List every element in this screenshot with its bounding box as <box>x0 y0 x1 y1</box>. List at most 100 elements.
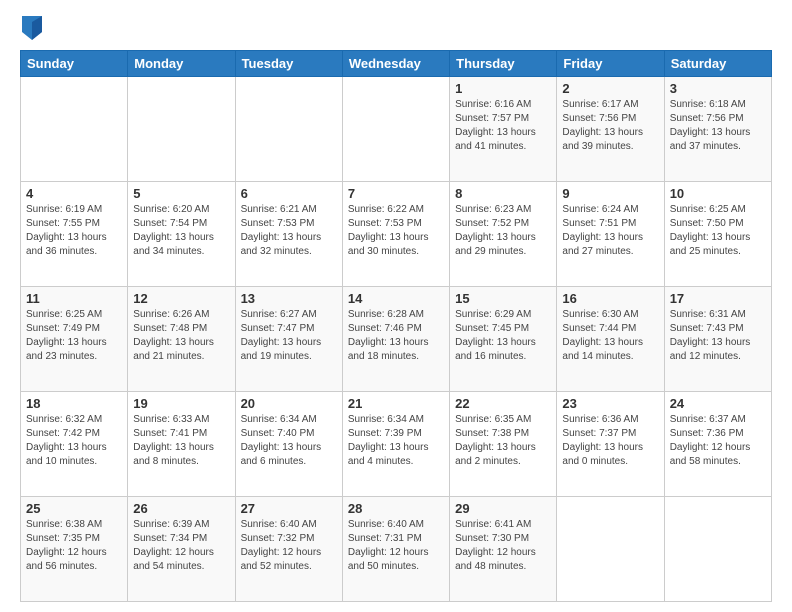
day-info: Sunrise: 6:18 AM Sunset: 7:56 PM Dayligh… <box>670 98 766 154</box>
calendar-cell: 3 Sunrise: 6:18 AM Sunset: 7:56 PM Daylig… <box>664 77 771 182</box>
day-info: Sunrise: 6:22 AM Sunset: 7:53 PM Dayligh… <box>348 203 444 259</box>
day-info: Sunrise: 6:36 AM Sunset: 7:37 PM Dayligh… <box>562 413 658 469</box>
day-number: 15 <box>455 291 551 306</box>
calendar-cell: 13Sunrise: 6:27 AM Sunset: 7:47 PM Dayli… <box>235 287 342 392</box>
day-number: 21 <box>348 396 444 411</box>
day-number: 18 <box>26 396 122 411</box>
header <box>20 16 772 40</box>
day-number: 17 <box>670 291 766 306</box>
calendar-cell <box>664 497 771 602</box>
calendar-cell <box>235 77 342 182</box>
day-number: 13 <box>241 291 337 306</box>
day-info: Sunrise: 6:33 AM Sunset: 7:41 PM Dayligh… <box>133 413 229 469</box>
day-number: 6 <box>241 186 337 201</box>
day-number: 26 <box>133 501 229 516</box>
calendar-cell: 10 Sunrise: 6:25 AM Sunset: 7:50 PM Dayli… <box>664 182 771 287</box>
day-number: 12 <box>133 291 229 306</box>
calendar-cell: 17 Sunrise: 6:31 AM Sunset: 7:43 PM Dayli… <box>664 287 771 392</box>
day-number: 24 <box>670 396 766 411</box>
logo-icon <box>22 16 42 40</box>
day-number: 20 <box>241 396 337 411</box>
calendar-cell: 4 Sunrise: 6:19 AM Sunset: 7:55 PM Daylig… <box>21 182 128 287</box>
calendar-cell: 24Sunrise: 6:37 AM Sunset: 7:36 PM Dayli… <box>664 392 771 497</box>
calendar-cell: 22Sunrise: 6:35 AM Sunset: 7:38 PM Dayli… <box>450 392 557 497</box>
calendar-cell: 26 Sunrise: 6:39 AM Sunset: 7:34 PM Dayli… <box>128 497 235 602</box>
day-number: 3 <box>670 81 766 96</box>
calendar-cell: 29 Sunrise: 6:41 AM Sunset: 7:30 PM Dayli… <box>450 497 557 602</box>
column-header-saturday: Saturday <box>664 51 771 77</box>
page: SundayMondayTuesdayWednesdayThursdayFrid… <box>0 0 792 612</box>
day-info: Sunrise: 6:19 AM Sunset: 7:55 PM Dayligh… <box>26 203 122 259</box>
week-row-3: 11 Sunrise: 6:25 AM Sunset: 7:49 PM Dayli… <box>21 287 772 392</box>
day-number: 29 <box>455 501 551 516</box>
day-number: 5 <box>133 186 229 201</box>
day-info: Sunrise: 6:38 AM Sunset: 7:35 PM Dayligh… <box>26 518 122 574</box>
calendar-cell: 20 Sunrise: 6:34 AM Sunset: 7:40 PM Dayli… <box>235 392 342 497</box>
day-info: Sunrise: 6:39 AM Sunset: 7:34 PM Dayligh… <box>133 518 229 574</box>
header-row: SundayMondayTuesdayWednesdayThursdayFrid… <box>21 51 772 77</box>
day-number: 16 <box>562 291 658 306</box>
column-header-tuesday: Tuesday <box>235 51 342 77</box>
calendar-cell <box>557 497 664 602</box>
day-info: Sunrise: 6:25 AM Sunset: 7:50 PM Dayligh… <box>670 203 766 259</box>
week-row-2: 4 Sunrise: 6:19 AM Sunset: 7:55 PM Daylig… <box>21 182 772 287</box>
day-info: Sunrise: 6:32 AM Sunset: 7:42 PM Dayligh… <box>26 413 122 469</box>
day-info: Sunrise: 6:26 AM Sunset: 7:48 PM Dayligh… <box>133 308 229 364</box>
day-info: Sunrise: 6:16 AM Sunset: 7:57 PM Dayligh… <box>455 98 551 154</box>
calendar-table: SundayMondayTuesdayWednesdayThursdayFrid… <box>20 50 772 602</box>
calendar-header: SundayMondayTuesdayWednesdayThursdayFrid… <box>21 51 772 77</box>
column-header-thursday: Thursday <box>450 51 557 77</box>
day-info: Sunrise: 6:24 AM Sunset: 7:51 PM Dayligh… <box>562 203 658 259</box>
day-number: 23 <box>562 396 658 411</box>
column-header-wednesday: Wednesday <box>342 51 449 77</box>
day-number: 25 <box>26 501 122 516</box>
day-number: 19 <box>133 396 229 411</box>
day-number: 8 <box>455 186 551 201</box>
logo <box>20 16 44 40</box>
calendar-cell: 15 Sunrise: 6:29 AM Sunset: 7:45 PM Dayli… <box>450 287 557 392</box>
day-number: 7 <box>348 186 444 201</box>
day-info: Sunrise: 6:41 AM Sunset: 7:30 PM Dayligh… <box>455 518 551 574</box>
day-number: 9 <box>562 186 658 201</box>
calendar-cell: 9 Sunrise: 6:24 AM Sunset: 7:51 PM Daylig… <box>557 182 664 287</box>
calendar-cell: 1 Sunrise: 6:16 AM Sunset: 7:57 PM Daylig… <box>450 77 557 182</box>
day-number: 14 <box>348 291 444 306</box>
week-row-1: 1 Sunrise: 6:16 AM Sunset: 7:57 PM Daylig… <box>21 77 772 182</box>
calendar-cell: 8 Sunrise: 6:23 AM Sunset: 7:52 PM Daylig… <box>450 182 557 287</box>
column-header-friday: Friday <box>557 51 664 77</box>
day-number: 27 <box>241 501 337 516</box>
week-row-5: 25 Sunrise: 6:38 AM Sunset: 7:35 PM Dayli… <box>21 497 772 602</box>
column-header-monday: Monday <box>128 51 235 77</box>
day-info: Sunrise: 6:35 AM Sunset: 7:38 PM Dayligh… <box>455 413 551 469</box>
calendar-cell <box>342 77 449 182</box>
day-info: Sunrise: 6:40 AM Sunset: 7:32 PM Dayligh… <box>241 518 337 574</box>
calendar-cell <box>128 77 235 182</box>
day-number: 1 <box>455 81 551 96</box>
day-number: 4 <box>26 186 122 201</box>
day-number: 11 <box>26 291 122 306</box>
calendar-cell <box>21 77 128 182</box>
calendar-cell: 6 Sunrise: 6:21 AM Sunset: 7:53 PM Daylig… <box>235 182 342 287</box>
calendar-cell: 5 Sunrise: 6:20 AM Sunset: 7:54 PM Daylig… <box>128 182 235 287</box>
day-info: Sunrise: 6:31 AM Sunset: 7:43 PM Dayligh… <box>670 308 766 364</box>
calendar-cell: 19 Sunrise: 6:33 AM Sunset: 7:41 PM Dayli… <box>128 392 235 497</box>
calendar-body: 1 Sunrise: 6:16 AM Sunset: 7:57 PM Daylig… <box>21 77 772 602</box>
day-info: Sunrise: 6:23 AM Sunset: 7:52 PM Dayligh… <box>455 203 551 259</box>
column-header-sunday: Sunday <box>21 51 128 77</box>
calendar-cell: 27 Sunrise: 6:40 AM Sunset: 7:32 PM Dayli… <box>235 497 342 602</box>
calendar-cell: 25 Sunrise: 6:38 AM Sunset: 7:35 PM Dayli… <box>21 497 128 602</box>
day-info: Sunrise: 6:25 AM Sunset: 7:49 PM Dayligh… <box>26 308 122 364</box>
day-info: Sunrise: 6:30 AM Sunset: 7:44 PM Dayligh… <box>562 308 658 364</box>
day-number: 28 <box>348 501 444 516</box>
day-number: 2 <box>562 81 658 96</box>
calendar-cell: 14Sunrise: 6:28 AM Sunset: 7:46 PM Dayli… <box>342 287 449 392</box>
day-number: 10 <box>670 186 766 201</box>
day-info: Sunrise: 6:20 AM Sunset: 7:54 PM Dayligh… <box>133 203 229 259</box>
day-info: Sunrise: 6:34 AM Sunset: 7:40 PM Dayligh… <box>241 413 337 469</box>
day-info: Sunrise: 6:40 AM Sunset: 7:31 PM Dayligh… <box>348 518 444 574</box>
day-info: Sunrise: 6:17 AM Sunset: 7:56 PM Dayligh… <box>562 98 658 154</box>
day-info: Sunrise: 6:29 AM Sunset: 7:45 PM Dayligh… <box>455 308 551 364</box>
day-info: Sunrise: 6:34 AM Sunset: 7:39 PM Dayligh… <box>348 413 444 469</box>
day-info: Sunrise: 6:21 AM Sunset: 7:53 PM Dayligh… <box>241 203 337 259</box>
calendar-cell: 21 Sunrise: 6:34 AM Sunset: 7:39 PM Dayli… <box>342 392 449 497</box>
